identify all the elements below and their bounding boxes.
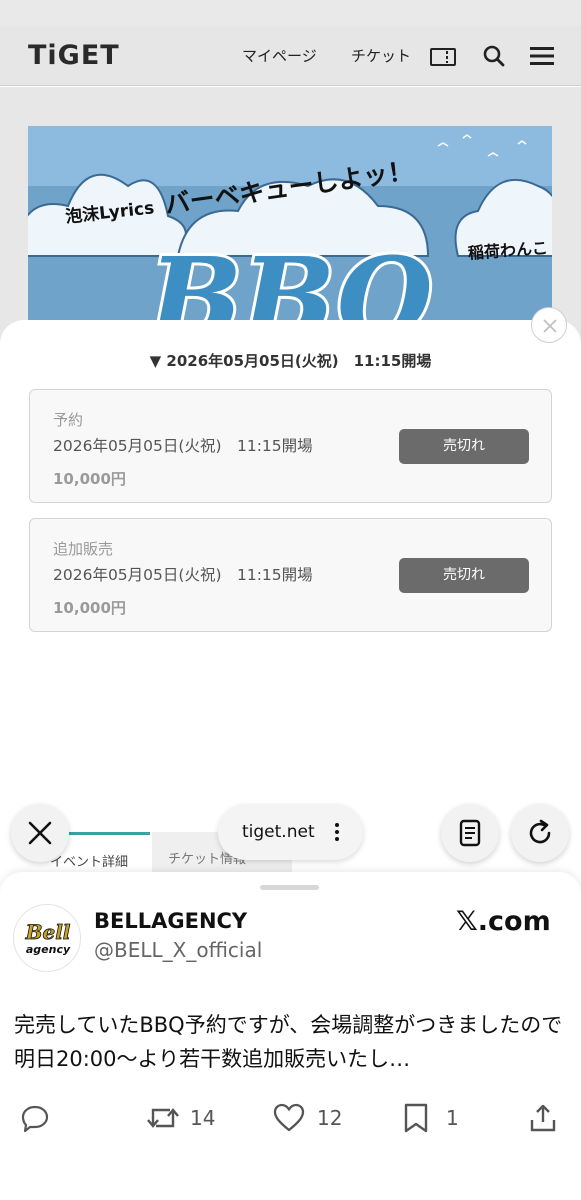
ticket-name: 追加販売 <box>53 540 114 558</box>
ticket-price: 10,000円 <box>53 599 126 617</box>
soldout-button[interactable]: 売切れ <box>399 429 529 464</box>
site-header: TiGET マイページ チケット <box>0 26 581 86</box>
post-text[interactable]: 完売していたBBQ予約ですが、会場調整がつきましたので明日20:00〜より若干数… <box>14 1008 570 1076</box>
reader-icon <box>459 819 481 847</box>
search-icon[interactable] <box>483 45 505 71</box>
repost-icon <box>147 1108 179 1128</box>
sheet-grabber[interactable] <box>260 885 319 890</box>
close-icon <box>543 319 557 333</box>
url-bar[interactable]: tiget.net <box>218 804 363 860</box>
post-handle[interactable]: @BELL_X_official <box>94 938 262 962</box>
svg-text:agency: agency <box>26 943 71 956</box>
status-bar <box>0 0 581 26</box>
nav-ticket-link[interactable]: チケット <box>351 45 411 66</box>
bookmark-count: 1 <box>446 1106 459 1130</box>
ticket-icon[interactable] <box>430 48 456 70</box>
ticket-datetime: 2026年05月05日(火祝) 11:15開場 <box>53 566 313 584</box>
heart-icon <box>273 1103 305 1132</box>
close-browser-button[interactable] <box>11 804 69 862</box>
x-com-logo[interactable]: 𝕏.com <box>456 906 551 937</box>
modal-close-button[interactable] <box>531 307 567 343</box>
close-icon <box>28 821 52 845</box>
avatar[interactable]: Bell agency <box>13 904 81 972</box>
reload-button[interactable] <box>511 804 569 862</box>
date-toggle[interactable]: ▼ 2026年05月05日(火祝) 11:15開場 <box>0 350 581 371</box>
bookmark-icon <box>404 1103 428 1133</box>
ticket-name: 予約 <box>53 411 84 429</box>
ticket-price: 10,000円 <box>53 470 126 488</box>
site-logo[interactable]: TiGET <box>28 40 120 71</box>
soldout-button[interactable]: 売切れ <box>399 558 529 593</box>
share-icon <box>530 1104 556 1132</box>
ticket-datetime: 2026年05月05日(火祝) 11:15開場 <box>53 437 313 455</box>
nav-mypage-link[interactable]: マイページ <box>242 45 317 66</box>
reload-icon <box>529 819 551 844</box>
more-vertical-icon[interactable] <box>334 822 340 846</box>
reply-icon <box>21 1105 49 1133</box>
url-text: tiget.net <box>242 822 315 842</box>
hamburger-menu-icon[interactable] <box>529 45 555 71</box>
repost-count: 14 <box>190 1106 216 1130</box>
ticket-card: 予約 2026年05月05日(火祝) 11:15開場 10,000円 売切れ <box>29 389 552 503</box>
ticket-card: 追加販売 2026年05月05日(火祝) 11:15開場 10,000円 売切れ <box>29 518 552 632</box>
svg-text:Bell: Bell <box>25 920 71 944</box>
reader-mode-button[interactable] <box>441 804 499 862</box>
x-post-card[interactable]: Bell agency BELLAGENCY @BELL_X_official … <box>0 872 581 1200</box>
event-hero-image: 泡沫Lyrics バーベキューしよッ！ 稲荷わんこ BBQ <box>28 126 552 336</box>
post-display-name[interactable]: BELLAGENCY <box>94 909 247 933</box>
like-count: 12 <box>317 1106 343 1130</box>
